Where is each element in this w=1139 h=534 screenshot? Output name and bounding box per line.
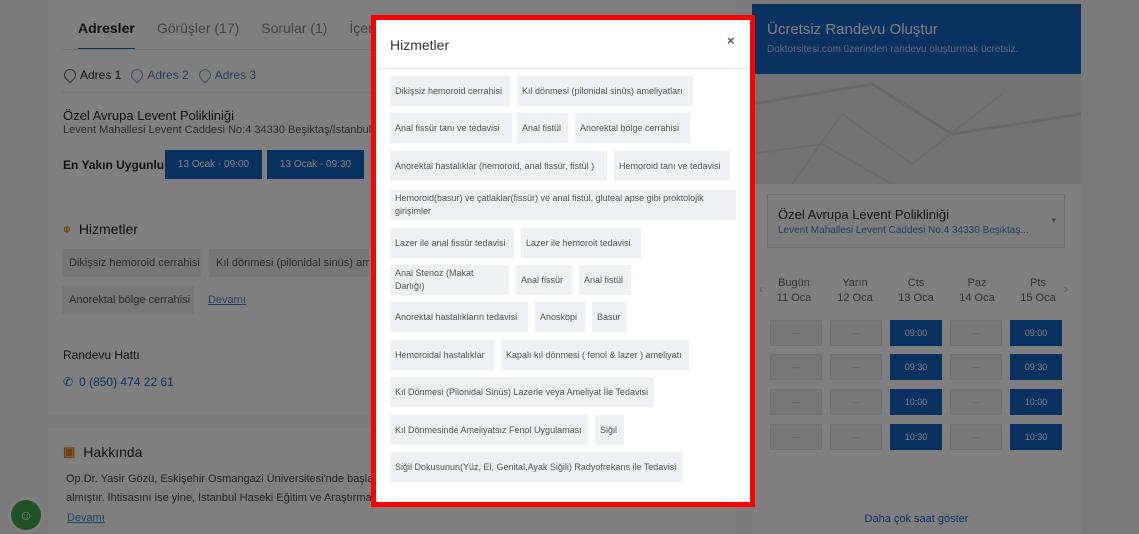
service-tag[interactable]: Anorektal hastalıkların tedavisi — [390, 302, 528, 332]
service-tag[interactable]: Anal fissür tanı ve tedavisi — [390, 113, 512, 143]
service-tag[interactable]: Hemoroidal hastalıklar — [390, 340, 494, 370]
service-tag[interactable]: Lazer ile hemoroit tedavisi — [521, 228, 641, 258]
service-tag[interactable]: Siğil — [595, 415, 624, 445]
service-tag[interactable]: Siğil Dokusunun(Yüz, El, Genital,Ayak Si… — [390, 452, 683, 482]
service-tag[interactable]: Anoskopi — [535, 302, 585, 332]
service-tag[interactable]: Kıl Dönmesi (Pilonidal Sinüs) Lazerle ve… — [390, 377, 654, 407]
service-tag[interactable]: Dikişsiz hemoroid cerrahisi — [390, 76, 510, 106]
service-tag[interactable]: Hemoroid tanı ve tedavisi — [614, 151, 730, 181]
service-tag[interactable]: Anal fistül — [579, 265, 631, 295]
service-tag[interactable]: Anal Stenoz (Makat Darlığı) — [390, 265, 509, 295]
modal-title: Hizmetler — [390, 37, 450, 53]
service-tag[interactable]: Anorektal hastalıklar (hemoroid, anal fi… — [390, 151, 607, 181]
service-tag[interactable]: Anal fistül — [517, 113, 568, 143]
service-tag[interactable]: Kıl dönmesi (pilonidal sinüs) ameliyatla… — [517, 76, 693, 106]
service-tag[interactable]: Kapalı kıl dönmesi ( fenol & lazer ) ame… — [501, 340, 689, 370]
close-icon[interactable]: × — [727, 33, 735, 48]
service-tag[interactable]: Hemoroid(basur) ve çatlaklar(fissür) ve … — [390, 190, 736, 220]
services-modal: Hizmetler × Dikişsiz hemoroid cerrahisi K… — [371, 15, 755, 507]
service-tag[interactable]: Lazer ile anal fissür tedavisi — [390, 228, 514, 258]
service-tag[interactable]: Basur — [592, 302, 627, 332]
modal-header: Hizmetler × — [376, 20, 750, 69]
service-tag[interactable]: Kıl Dönmesinde Ameliyatsız Fenol Uygulam… — [390, 415, 588, 445]
service-tag[interactable]: Anal fissür — [516, 265, 572, 295]
service-tag[interactable]: Anorektal bölge cerrahisi — [575, 113, 690, 143]
